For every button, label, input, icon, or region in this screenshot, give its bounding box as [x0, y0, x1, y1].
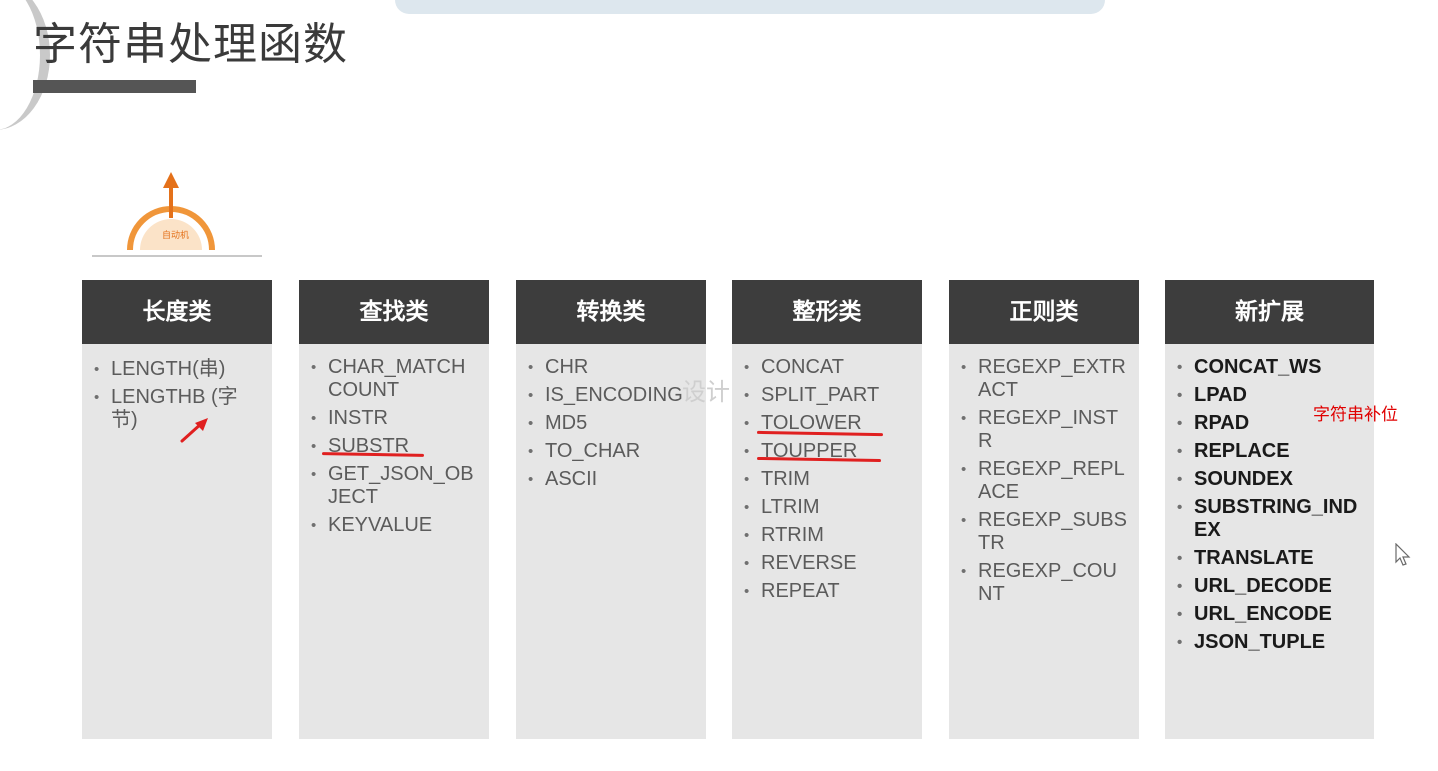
column-new-extension: 新扩展 CONCAT_WS LPAD RPAD REPLACE SOUNDEX … — [1165, 280, 1374, 739]
column-header: 转换类 — [516, 280, 706, 344]
list-item: CHAR_MATCHCOUNT — [311, 356, 479, 402]
function-list: CHAR_MATCHCOUNT INSTR SUBSTR GET_JSON_OB… — [299, 344, 489, 537]
column-search: 查找类 CHAR_MATCHCOUNT INSTR SUBSTR GET_JSO… — [299, 280, 489, 739]
function-list: CONCAT SPLIT_PART TOLOWER TOUPPER TRIM L… — [732, 344, 922, 603]
list-item: SPLIT_PART — [744, 384, 912, 407]
list-item: URL_DECODE — [1177, 575, 1364, 598]
list-item: LTRIM — [744, 496, 912, 519]
mouse-cursor-icon — [1395, 543, 1411, 566]
annotation-note: 字符串补位 — [1313, 405, 1398, 425]
list-item: IS_ENCODING — [528, 384, 696, 407]
list-item: SUBSTRING_INDEX — [1177, 496, 1364, 542]
column-shape: 整形类 CONCAT SPLIT_PART TOLOWER TOUPPER TR… — [732, 280, 922, 739]
list-item: KEYVALUE — [311, 514, 479, 537]
list-item: URL_ENCODE — [1177, 603, 1364, 626]
rocket-arc-logo-icon: 自动机 — [92, 172, 262, 257]
list-item: CHR — [528, 356, 696, 379]
list-item: REVERSE — [744, 552, 912, 575]
column-convert: 转换类 CHR IS_ENCODING MD5 TO_CHAR ASCII — [516, 280, 706, 739]
function-list: CONCAT_WS LPAD RPAD REPLACE SOUNDEX SUBS… — [1165, 344, 1374, 654]
list-item: REGEXP_INSTR — [961, 407, 1129, 453]
column-regex: 正则类 REGEXP_EXTRACT REGEXP_INSTR REGEXP_R… — [949, 280, 1139, 739]
list-item: INSTR — [311, 407, 479, 430]
list-item: GET_JSON_OBJECT — [311, 463, 479, 509]
function-list: REGEXP_EXTRACT REGEXP_INSTR REGEXP_REPLA… — [949, 344, 1139, 606]
list-item: LENGTH(串) — [94, 358, 262, 381]
list-item: CONCAT — [744, 356, 912, 379]
list-item: REGEXP_EXTRACT — [961, 356, 1129, 402]
list-item: TO_CHAR — [528, 440, 696, 463]
watermark-text: 设计 — [682, 378, 730, 406]
list-item: ASCII — [528, 468, 696, 491]
list-item: MD5 — [528, 412, 696, 435]
red-arrow-icon — [180, 418, 208, 443]
list-item: JSON_TUPLE — [1177, 631, 1364, 654]
title-underline — [33, 80, 196, 93]
list-item: CONCAT_WS — [1177, 356, 1364, 379]
list-item: SOUNDEX — [1177, 468, 1364, 491]
list-item: REPLACE — [1177, 440, 1364, 463]
column-header: 长度类 — [82, 280, 272, 344]
column-header: 正则类 — [949, 280, 1139, 344]
list-item: REGEXP_REPLACE — [961, 458, 1129, 504]
function-list: LENGTH(串) LENGTHB (字节) — [82, 344, 272, 432]
page-title: 字符串处理函数 — [33, 19, 348, 70]
column-length: 长度类 LENGTH(串) LENGTHB (字节) — [82, 280, 272, 739]
column-header: 新扩展 — [1165, 280, 1374, 344]
list-item: REGEXP_COUNT — [961, 560, 1129, 606]
logo-text: 自动机 — [162, 229, 189, 240]
list-item: REPEAT — [744, 580, 912, 603]
list-item: REGEXP_SUBSTR — [961, 509, 1129, 555]
column-header: 查找类 — [299, 280, 489, 344]
list-item: RTRIM — [744, 524, 912, 547]
function-list: CHR IS_ENCODING MD5 TO_CHAR ASCII — [516, 344, 706, 491]
list-item: TRANSLATE — [1177, 547, 1364, 570]
column-header: 整形类 — [732, 280, 922, 344]
list-item: TRIM — [744, 468, 912, 491]
top-decorative-band — [395, 0, 1105, 14]
